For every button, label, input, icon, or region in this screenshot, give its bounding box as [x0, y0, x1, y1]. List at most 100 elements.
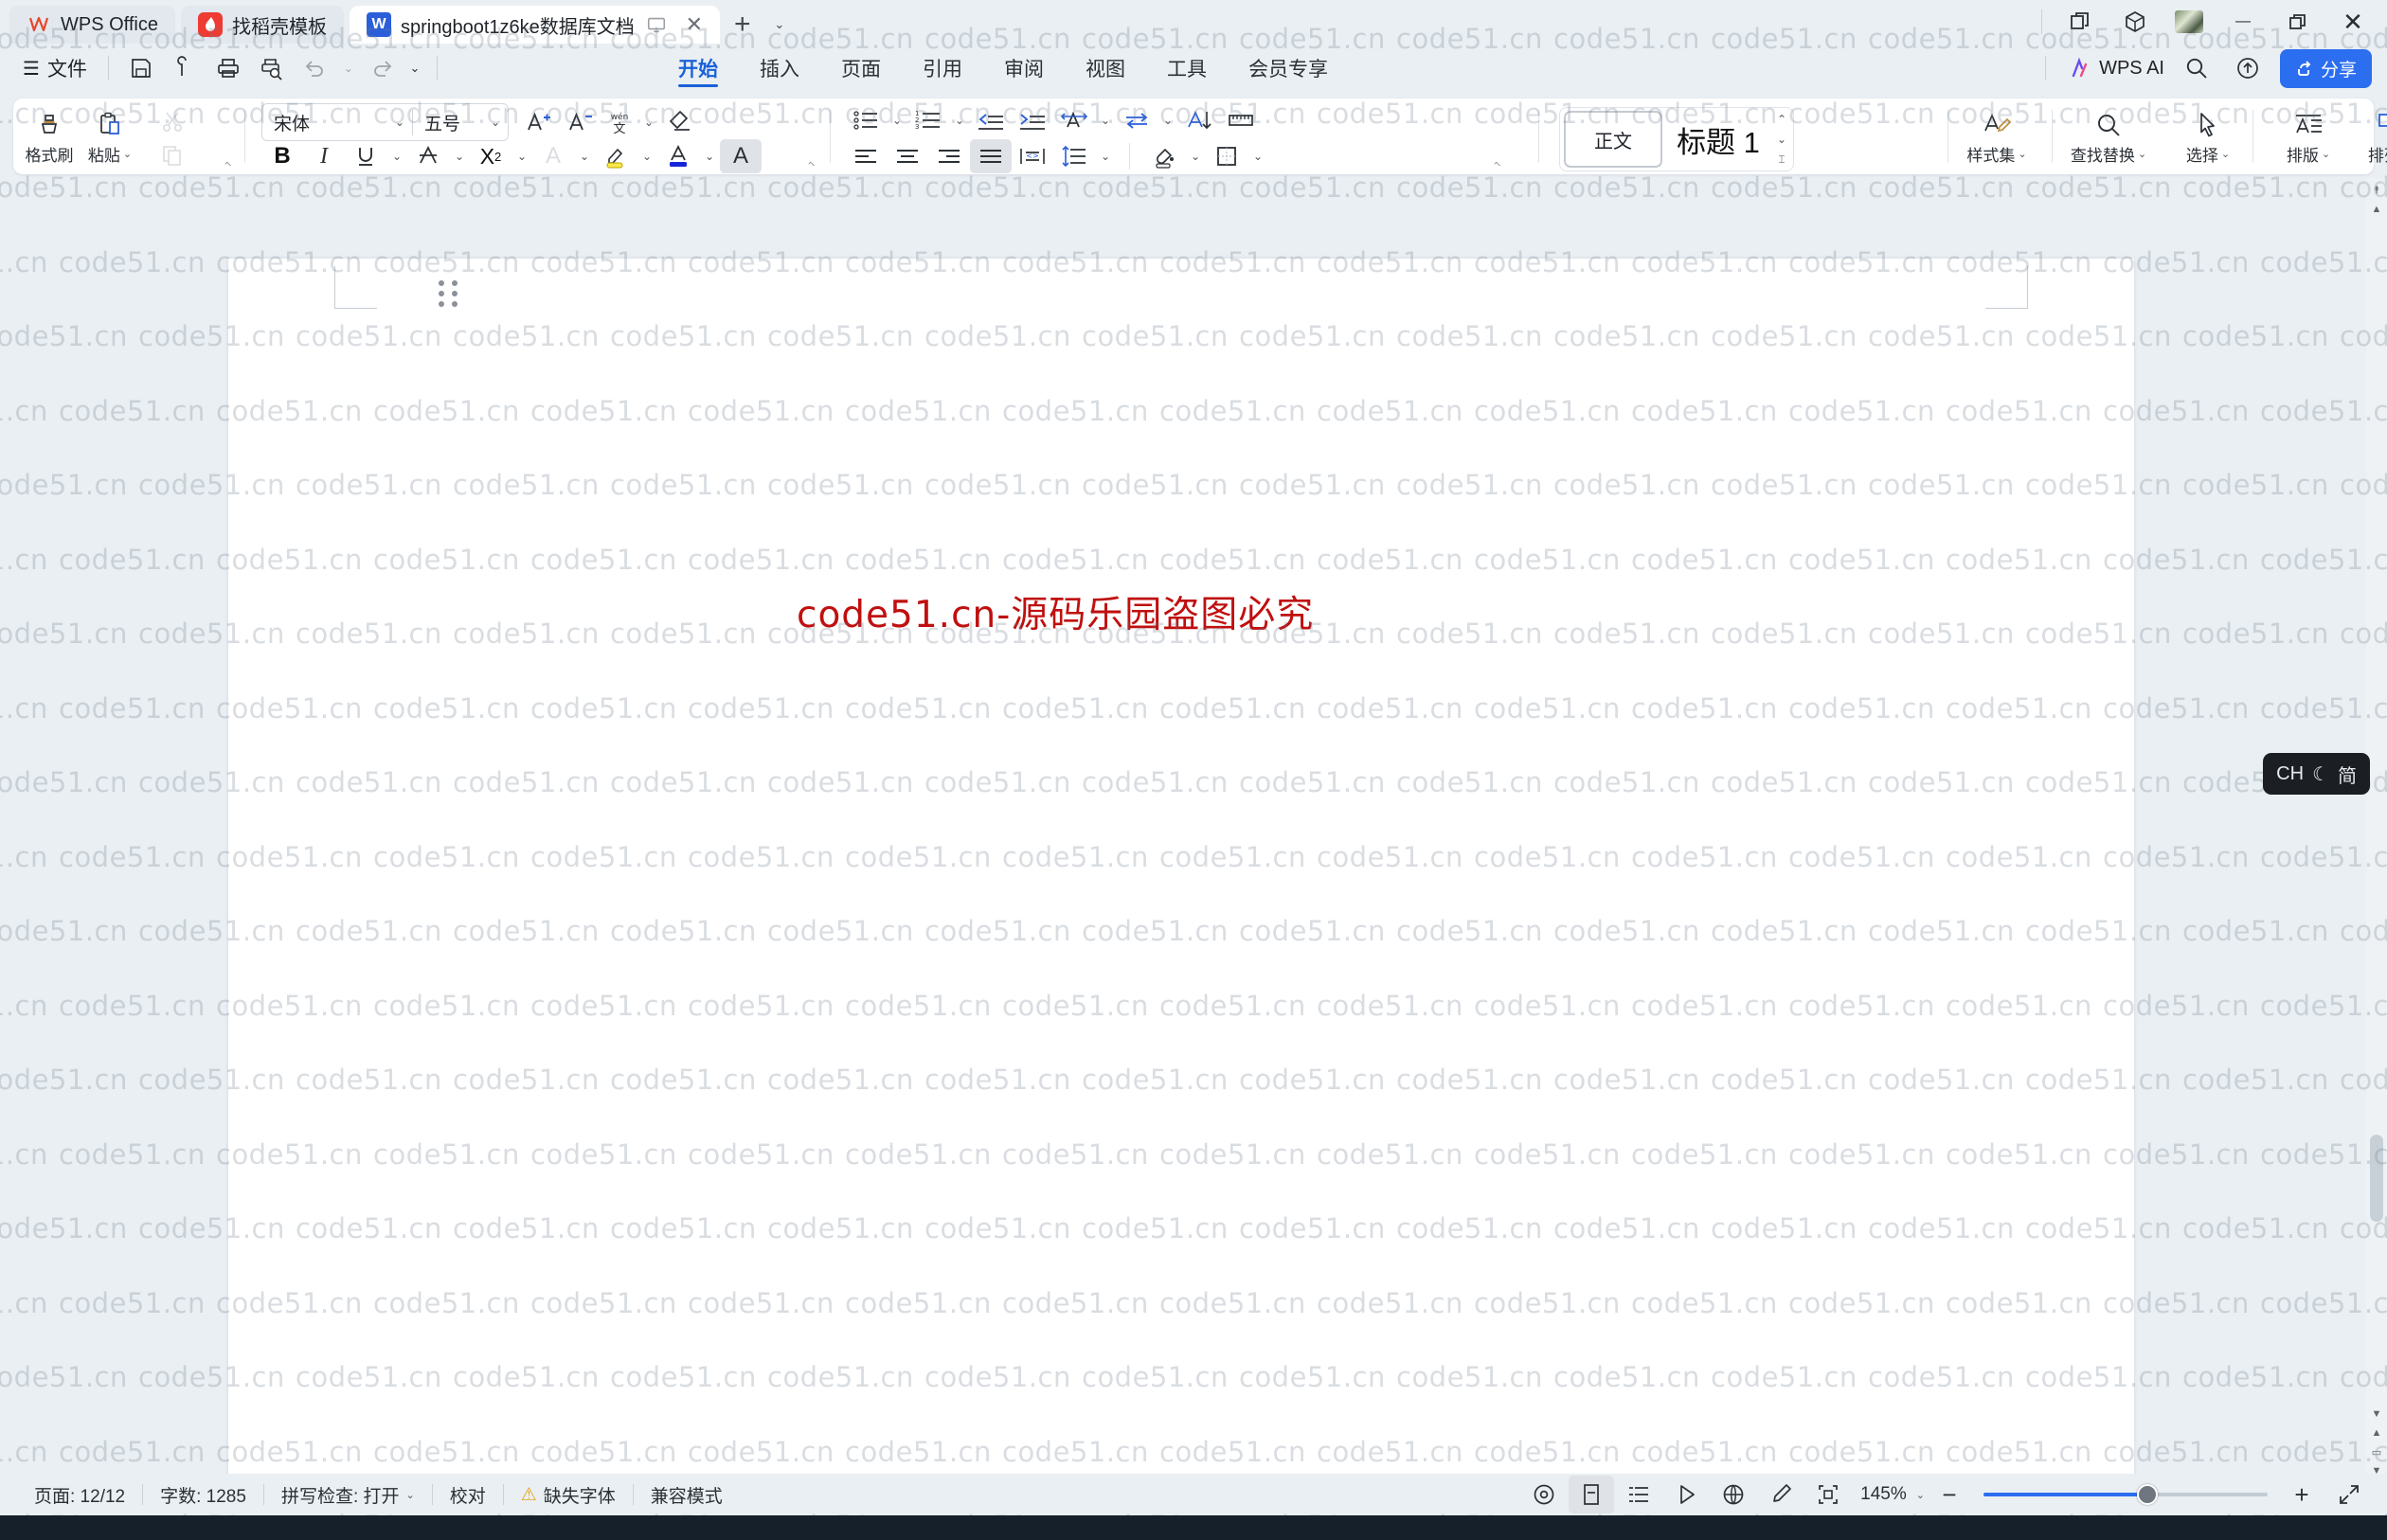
select-browse-object-icon[interactable]: ▭ [2366, 1442, 2387, 1462]
italic-button[interactable]: I [303, 139, 345, 173]
underline-caret-icon[interactable]: ⌄ [386, 139, 407, 173]
decrease-indent-button[interactable] [970, 103, 1012, 137]
close-button[interactable]: ✕ [2326, 0, 2379, 44]
fullscreen-icon[interactable] [1805, 1476, 1851, 1513]
sort-button[interactable] [1178, 103, 1220, 137]
tab-close-icon[interactable]: ✕ [678, 9, 710, 41]
align-right-button[interactable] [928, 139, 970, 173]
style-heading-1[interactable]: 标题 1 [1666, 113, 1770, 166]
zoom-out-button[interactable]: − [1927, 1476, 1972, 1513]
table-move-handle-icon[interactable] [439, 280, 459, 307]
save-icon[interactable] [120, 47, 162, 89]
zoom-level[interactable]: 145% [1853, 1484, 1914, 1505]
ribbon-tab-tools[interactable]: 工具 [1146, 44, 1228, 93]
zoom-slider[interactable] [1983, 1476, 2268, 1513]
scroll-down-icon[interactable]: ▼ [2366, 1404, 2387, 1424]
print-icon[interactable] [207, 47, 249, 89]
document-canvas[interactable]: code51.cn-源码乐园盗图必究 [0, 178, 2387, 1483]
font-size-caret-icon[interactable]: ⌄ [483, 116, 508, 129]
shrink-font-button[interactable] [560, 105, 601, 139]
borders-button[interactable] [1206, 139, 1247, 173]
increase-indent-button[interactable] [1012, 103, 1053, 137]
line-spacing-caret-icon[interactable]: ⌄ [1095, 139, 1116, 173]
ribbon-tab-review[interactable]: 审阅 [983, 44, 1065, 93]
cut-button[interactable] [152, 104, 193, 138]
missing-fonts-status[interactable]: ⚠ 缺失字体 [504, 1482, 633, 1508]
style-set-button[interactable]: 样式集 ⌄ [1957, 98, 2037, 174]
wps-ai-button[interactable]: WPS AI [2069, 57, 2164, 80]
tab-active-document[interactable]: W springboot1z6ke数据库文档 ✕ [350, 6, 720, 44]
style-more-icon[interactable]: ⌶ [1778, 152, 1785, 167]
shading-caret-icon[interactable]: ⌄ [1185, 139, 1206, 173]
new-tab-button[interactable]: + [726, 8, 760, 42]
proofread-button[interactable]: 校对 [433, 1482, 503, 1508]
minimize-button[interactable]: — [2216, 0, 2270, 44]
focus-view-icon[interactable] [1521, 1476, 1567, 1513]
bullets-button[interactable] [845, 103, 887, 137]
zoom-in-button[interactable]: + [2279, 1476, 2324, 1513]
style-body-text[interactable]: 正文 [1564, 111, 1662, 168]
ribbon-tab-page[interactable]: 页面 [820, 44, 902, 93]
zoom-caret-icon[interactable]: ⌄ [1916, 1489, 1925, 1501]
scrollbar-thumb[interactable] [2370, 1135, 2383, 1222]
copy-button[interactable] [152, 138, 193, 172]
present-screen-icon[interactable] [644, 12, 669, 37]
style-scroll-spinner[interactable]: ⌃ ⌄ ⌶ [1770, 111, 1793, 168]
paste-button[interactable]: 粘贴 ⌄ [80, 98, 140, 174]
font-name-caret-icon[interactable]: ⌄ [387, 116, 412, 129]
tab-wps-office[interactable]: WPS Office [9, 6, 175, 44]
clear-format-button[interactable] [660, 105, 702, 139]
font-name-input[interactable]: 宋体 [262, 110, 387, 135]
align-center-button[interactable] [887, 139, 928, 173]
tab-list-caret-icon[interactable]: ⌄ [765, 8, 794, 42]
find-replace-button[interactable]: 查找替换 ⌄ [2052, 98, 2165, 174]
redo-icon[interactable] [361, 47, 403, 89]
bullets-caret-icon[interactable]: ⌄ [887, 103, 907, 137]
text-effects-button[interactable]: A [532, 139, 574, 173]
paragraph-direction-caret-icon[interactable]: ⌄ [1158, 103, 1178, 137]
highlight-caret-icon[interactable]: ⌄ [637, 139, 657, 173]
shading-button[interactable] [1143, 139, 1185, 173]
scroll-down-icon[interactable]: ⌄ [1777, 133, 1786, 146]
asian-layout-button[interactable] [1053, 103, 1095, 137]
ime-indicator[interactable]: CH ☾ 简 [2263, 753, 2370, 795]
file-menu-button[interactable]: ☰ 文件 [13, 47, 97, 89]
font-color-caret-icon[interactable]: ⌄ [699, 139, 720, 173]
numbering-caret-icon[interactable]: ⌄ [949, 103, 970, 137]
web-view-icon[interactable] [1711, 1476, 1756, 1513]
tab-docer-template[interactable]: 找稻壳模板 [181, 6, 344, 44]
spellcheck-status[interactable]: 拼写检查: 打开 ⌄ [264, 1482, 432, 1508]
scroll-up-icon[interactable]: ▲ [2366, 199, 2387, 220]
ribbon-tab-insert[interactable]: 插入 [739, 44, 820, 93]
document-page[interactable]: code51.cn-源码乐园盗图必究 [228, 259, 2134, 1483]
align-left-button[interactable] [845, 139, 887, 173]
restore-button[interactable] [2271, 0, 2324, 44]
font-size-input[interactable]: 五号 [412, 109, 483, 135]
ribbon-tab-view[interactable]: 视图 [1065, 44, 1146, 93]
undo-caret-icon[interactable]: ⌄ [338, 47, 359, 89]
font-color-button[interactable] [657, 139, 699, 173]
text-effects-caret-icon[interactable]: ⌄ [574, 139, 595, 173]
distribute-button[interactable]: <> [1012, 139, 1053, 173]
outline-view-icon[interactable] [1616, 1476, 1661, 1513]
cube-icon[interactable] [2109, 0, 2162, 44]
ribbon-tab-reference[interactable]: 引用 [902, 44, 983, 93]
read-view-icon[interactable] [1663, 1476, 1709, 1513]
bold-button[interactable]: B [261, 139, 303, 173]
prev-page-icon[interactable]: ▲ [2366, 1423, 2387, 1443]
character-shading-button[interactable]: A [720, 139, 762, 173]
superscript-button[interactable]: X2 [470, 139, 512, 173]
redo-caret-icon[interactable]: ⌄ [404, 47, 425, 89]
print-preview-icon[interactable] [251, 47, 293, 89]
search-doc-icon[interactable] [164, 47, 206, 89]
scroll-top-icon[interactable]: ⯭ [2366, 180, 2387, 201]
zoom-slider-knob[interactable] [2137, 1484, 2158, 1505]
grow-font-button[interactable] [518, 105, 560, 139]
asian-layout-caret-icon[interactable]: ⌄ [1095, 103, 1116, 137]
vertical-scrollbar[interactable]: ⯭ ▲ ▼ ▲ ▭ ▼ [2366, 178, 2387, 1483]
page-count-status[interactable]: 页面: 12/12 [17, 1482, 142, 1508]
share-button[interactable]: 分享 [2279, 48, 2372, 88]
strikethrough-caret-icon[interactable]: ⌄ [449, 139, 470, 173]
pinyin-guide-button[interactable]: wén 文 [601, 105, 637, 139]
upload-cloud-icon[interactable] [2229, 49, 2267, 87]
